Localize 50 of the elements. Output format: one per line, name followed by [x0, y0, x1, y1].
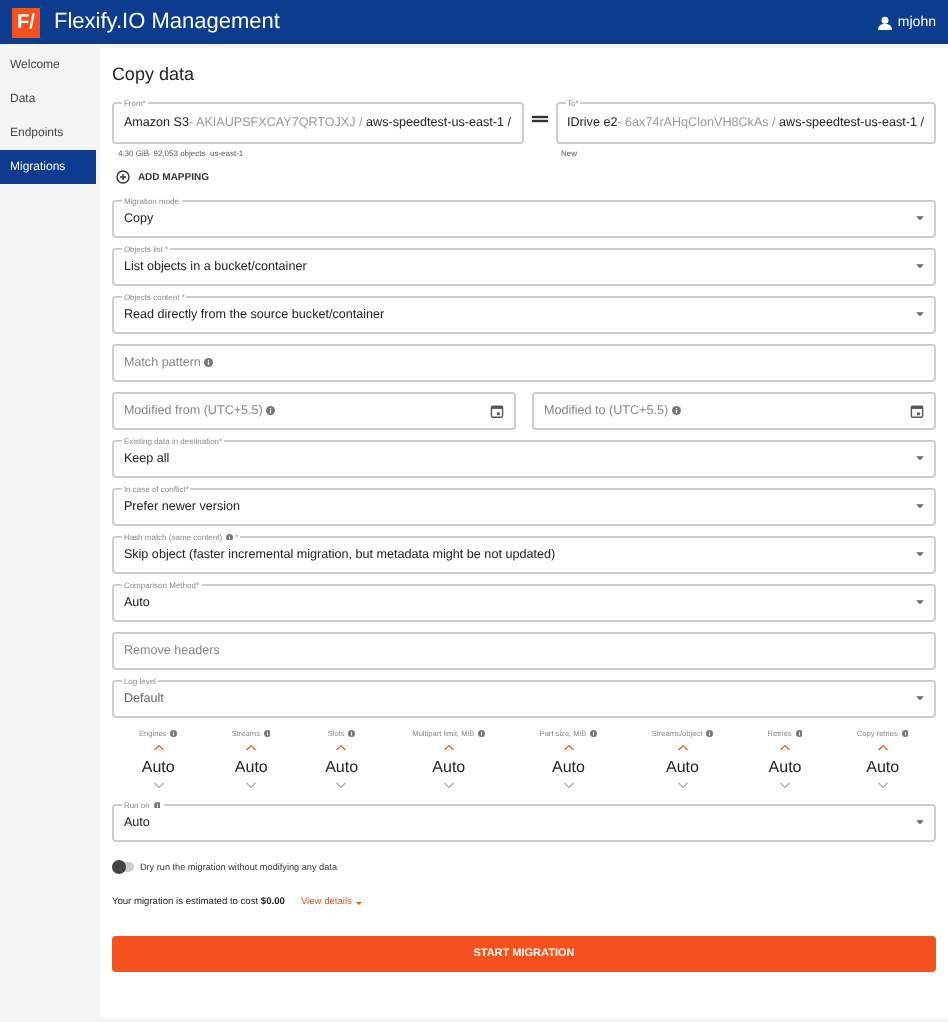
caret-icon: [916, 264, 924, 270]
spinner-value[interactable]: Auto: [665, 757, 699, 775]
caret-icon: [916, 216, 924, 222]
decrement-icon[interactable]: [246, 781, 257, 788]
decrement-icon[interactable]: [780, 781, 791, 788]
caret-icon: [916, 696, 924, 702]
spinner-value[interactable]: Auto: [768, 757, 802, 775]
caret-icon: [916, 456, 924, 462]
caret-icon: [916, 820, 924, 826]
decrement-icon[interactable]: [877, 781, 888, 788]
decrement-icon[interactable]: [336, 781, 347, 788]
plus-icon: [115, 170, 130, 184]
increment-icon[interactable]: [246, 744, 257, 751]
spinner-value[interactable]: Auto: [432, 757, 466, 775]
increment-icon[interactable]: [336, 744, 347, 751]
info-icon: [170, 730, 178, 738]
spinner-value[interactable]: Auto: [325, 757, 359, 775]
spinner-value[interactable]: Auto: [552, 757, 585, 775]
spinner-value[interactable]: Auto: [866, 757, 900, 775]
info-icon: [795, 730, 803, 738]
increment-icon[interactable]: [877, 744, 888, 751]
increment-icon[interactable]: [153, 744, 164, 751]
caret-icon: [916, 552, 924, 558]
app-title: Flexify.IO Management: [54, 10, 280, 34]
caret-icon: [916, 504, 924, 510]
decrement-icon[interactable]: [153, 781, 164, 788]
page-title: Copy data: [111, 64, 196, 84]
caret-icon: [355, 901, 362, 905]
increment-icon[interactable]: [443, 744, 454, 751]
user-icon: [877, 15, 892, 29]
caret-icon: [916, 312, 924, 318]
increment-icon[interactable]: [780, 744, 791, 751]
decrement-icon[interactable]: [563, 781, 574, 788]
calendar-icon[interactable]: [910, 404, 924, 418]
toggle-switch[interactable]: [111, 862, 134, 872]
app-logo: F/: [12, 7, 40, 37]
calendar-icon[interactable]: [489, 404, 504, 418]
info-icon: [901, 730, 909, 738]
decrement-icon[interactable]: [443, 781, 454, 788]
info-icon: [590, 730, 598, 738]
info-icon: [263, 730, 271, 738]
increment-icon[interactable]: [563, 744, 574, 751]
increment-icon[interactable]: [677, 744, 688, 751]
info-icon: [348, 730, 356, 738]
caret-icon: [916, 600, 924, 606]
spinner-value[interactable]: Auto: [234, 757, 268, 775]
spinner-value[interactable]: Auto: [141, 757, 175, 775]
info-icon: [478, 730, 486, 738]
info-icon: [706, 730, 714, 738]
decrement-icon[interactable]: [677, 781, 688, 788]
